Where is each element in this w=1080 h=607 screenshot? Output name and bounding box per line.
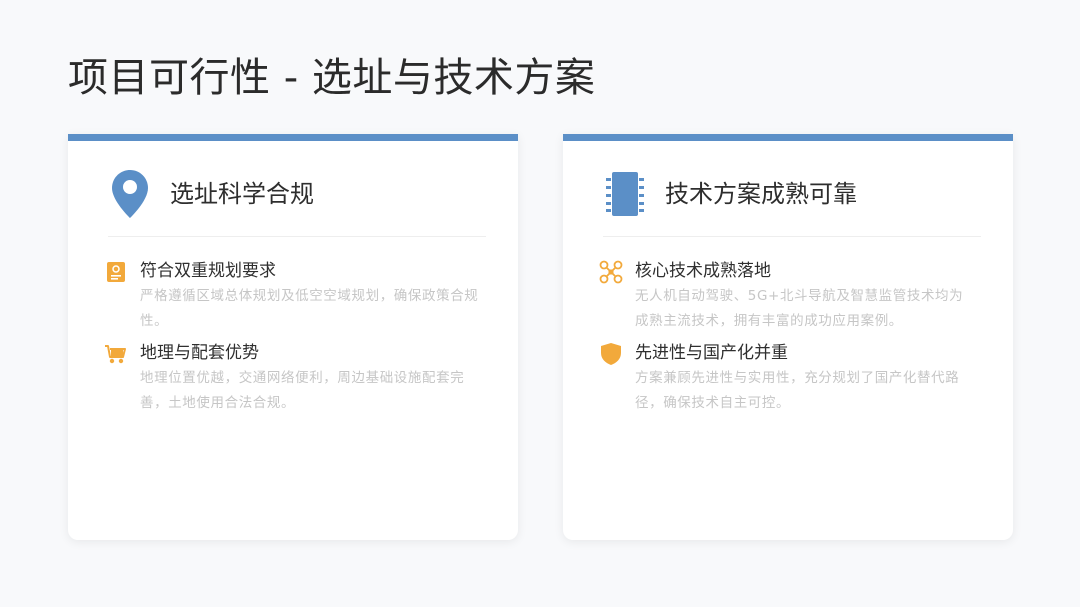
card-header: 技术方案成熟可靠 [603,168,981,237]
document-icon [104,260,128,284]
card-title: 选址科学合规 [170,180,314,208]
card-items: 核心技术成熟落地 无人机自动驾驶、5G+北斗导航及智慧监管技术均为成熟主流技术，… [599,258,983,422]
list-item: 核心技术成熟落地 无人机自动驾驶、5G+北斗导航及智慧监管技术均为成熟主流技术，… [599,258,983,334]
list-item: 先进性与国产化并重 方案兼顾先进性与实用性，充分规划了国产化替代路径，确保技术自… [599,340,983,416]
list-item: 符合双重规划要求 严格遵循区域总体规划及低空空域规划，确保政策合规性。 [104,258,488,334]
card-accent-bar [563,134,1013,141]
page-title: 项目可行性 - 选址与技术方案 [68,55,596,101]
drone-icon [599,260,623,284]
card-header: 选址科学合规 [108,168,486,237]
location-pin-icon [108,168,152,220]
card-title: 技术方案成熟可靠 [665,180,857,208]
item-title: 地理与配套优势 [140,343,259,363]
item-title: 符合双重规划要求 [140,261,276,281]
item-title: 核心技术成熟落地 [635,261,771,281]
card-items: 符合双重规划要求 严格遵循区域总体规划及低空空域规划，确保政策合规性。 地理与配… [104,258,488,422]
item-description: 方案兼顾先进性与实用性，充分规划了国产化替代路径，确保技术自主可控。 [635,370,960,411]
item-description: 无人机自动驾驶、5G+北斗导航及智慧监管技术均为成熟主流技术，拥有丰富的成功应用… [635,288,964,329]
list-item: 地理与配套优势 地理位置优越，交通网络便利，周边基础设施配套完善，土地使用合法合… [104,340,488,416]
item-description: 地理位置优越，交通网络便利，周边基础设施配套完善，土地使用合法合规。 [140,370,465,411]
site-selection-card: 选址科学合规 符合双重规划要求 严格遵循区域总体规划及低空空域规划，确保政策合规… [68,134,518,540]
technical-solution-card: 技术方案成熟可靠 核心技术成熟落地 无人机自动驾驶、5G+北斗导航及智慧监管技术… [563,134,1013,540]
chip-icon [603,168,647,220]
shield-icon [599,342,623,366]
card-accent-bar [68,134,518,141]
cart-icon [104,342,128,366]
item-description: 严格遵循区域总体规划及低空空域规划，确保政策合规性。 [140,288,479,329]
item-title: 先进性与国产化并重 [635,343,788,363]
